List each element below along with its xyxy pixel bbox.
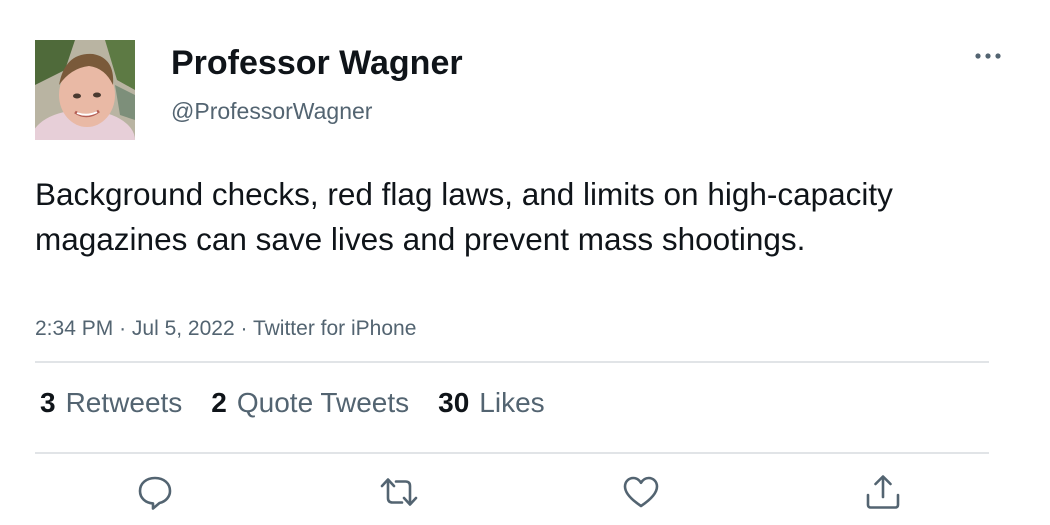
divider: [35, 361, 989, 363]
more-options-button[interactable]: [968, 40, 1008, 72]
retweets-count: 3: [40, 387, 56, 418]
tweet-stats: 3 Retweets 2 Quote Tweets 30 Likes: [40, 386, 545, 420]
tweet-text: Background checks, red flag laws, and li…: [35, 176, 893, 257]
more-icon: [975, 53, 1001, 59]
tweet-date[interactable]: Jul 5, 2022: [132, 317, 235, 340]
retweet-button[interactable]: [377, 470, 421, 514]
avatar-photo: [35, 40, 135, 140]
quote-tweets-label: Quote Tweets: [236, 387, 410, 418]
user-handle[interactable]: @ProfessorWagner: [171, 98, 372, 124]
tweet-source[interactable]: Twitter for iPhone: [253, 317, 416, 340]
meta-separator: ·: [119, 317, 127, 340]
quote-tweets-count: 2: [211, 387, 227, 418]
avatar[interactable]: [35, 40, 135, 140]
likes-label: Likes: [479, 387, 545, 418]
tweet-actions: [0, 470, 1050, 520]
meta-separator: ·: [240, 317, 248, 340]
quote-tweets-stat[interactable]: 2 Quote Tweets: [211, 386, 409, 420]
likes-stat[interactable]: 30 Likes: [438, 386, 545, 420]
divider: [35, 452, 989, 454]
retweet-icon: [380, 478, 418, 506]
share-icon: [866, 475, 900, 509]
tweet-time[interactable]: 2:34 PM: [35, 317, 113, 340]
reply-icon: [138, 476, 172, 510]
like-button[interactable]: [619, 470, 663, 514]
share-button[interactable]: [861, 470, 905, 514]
reply-button[interactable]: [133, 470, 177, 514]
heart-icon: [623, 476, 659, 508]
retweets-label: Retweets: [65, 387, 183, 418]
display-name[interactable]: Professor Wagner: [171, 44, 463, 82]
likes-count: 30: [438, 387, 470, 418]
tweet-card: Professor Wagner @ProfessorWagner Backgr…: [0, 0, 1050, 525]
retweets-stat[interactable]: 3 Retweets: [40, 386, 182, 420]
tweet-meta: 2:34 PM · Jul 5, 2022 · Twitter for iPho…: [35, 316, 416, 342]
